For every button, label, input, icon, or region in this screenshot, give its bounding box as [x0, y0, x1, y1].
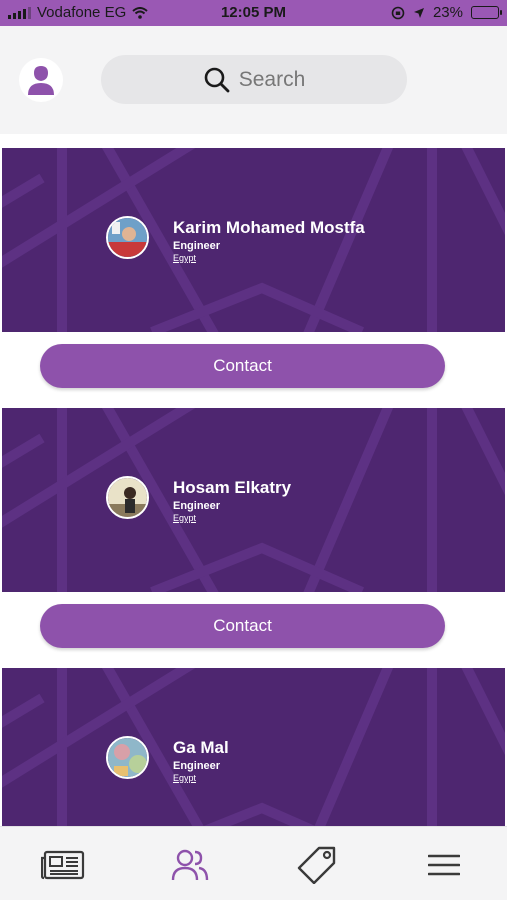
search-icon [204, 67, 230, 92]
rotation-lock-icon [391, 6, 405, 19]
contact-button[interactable]: Contact [40, 604, 445, 648]
person-country[interactable]: Egypt [173, 773, 229, 784]
person-profile: Karim Mohamed Mostfa Engineer Egypt [106, 216, 365, 264]
person-info: Hosam Elkatry Engineer Egypt [173, 478, 291, 524]
person-role: Engineer [173, 240, 221, 252]
tab-news[interactable] [38, 845, 88, 885]
profile-picture [108, 218, 147, 257]
person-name[interactable]: Ga Mal [173, 738, 229, 758]
banner-pattern [2, 668, 505, 826]
person-photo[interactable] [106, 736, 149, 779]
person-name[interactable]: Karim Mohamed Mostfa [173, 218, 365, 238]
person-info: Karim Mohamed Mostfa Engineer Egypt [173, 218, 365, 264]
menu-icon [428, 854, 460, 876]
tab-people[interactable] [165, 845, 215, 885]
person-photo[interactable] [106, 216, 149, 259]
tab-tags[interactable] [292, 845, 342, 885]
people-icon [171, 849, 209, 881]
contact-button[interactable]: Contact [40, 344, 445, 388]
tag-icon [297, 846, 336, 884]
person-profile: Hosam Elkatry Engineer Egypt [106, 476, 291, 524]
person-role: Engineer [173, 500, 221, 512]
profile-picture [108, 478, 147, 517]
person-card-banner[interactable]: Hosam Elkatry Engineer Egypt [2, 408, 505, 592]
tab-menu[interactable] [419, 845, 469, 885]
profile-picture [108, 738, 147, 777]
status-bar: Vodafone EG 12:05 PM 23% [0, 0, 507, 26]
bottom-tab-bar [0, 826, 507, 900]
battery-percent: 23% [432, 4, 463, 21]
people-feed[interactable]: Karim Mohamed Mostfa Engineer Egypt Cont… [0, 134, 507, 826]
search-bar[interactable]: Search [101, 55, 407, 104]
profile-button[interactable] [19, 58, 63, 102]
person-info: Ga Mal Engineer Egypt [173, 738, 229, 784]
person-name[interactable]: Hosam Elkatry [173, 478, 291, 498]
news-icon [41, 850, 85, 880]
person-country[interactable]: Egypt [173, 253, 365, 264]
status-indicators: 23% [391, 4, 502, 21]
search-placeholder: Search [238, 67, 306, 91]
contact-row: Contact [0, 592, 507, 670]
person-profile: Ga Mal Engineer Egypt [106, 736, 229, 784]
person-photo[interactable] [106, 476, 149, 519]
person-country[interactable]: Egypt [173, 513, 291, 524]
location-icon [413, 7, 424, 18]
contact-row: Contact [0, 332, 507, 410]
header: Search [0, 26, 507, 134]
person-card-banner[interactable]: Karim Mohamed Mostfa Engineer Egypt [2, 148, 505, 332]
person-role: Engineer [173, 760, 221, 772]
user-avatar-icon [28, 66, 54, 95]
person-card-banner[interactable]: Ga Mal Engineer Egypt [2, 668, 505, 826]
battery-icon [471, 6, 502, 19]
